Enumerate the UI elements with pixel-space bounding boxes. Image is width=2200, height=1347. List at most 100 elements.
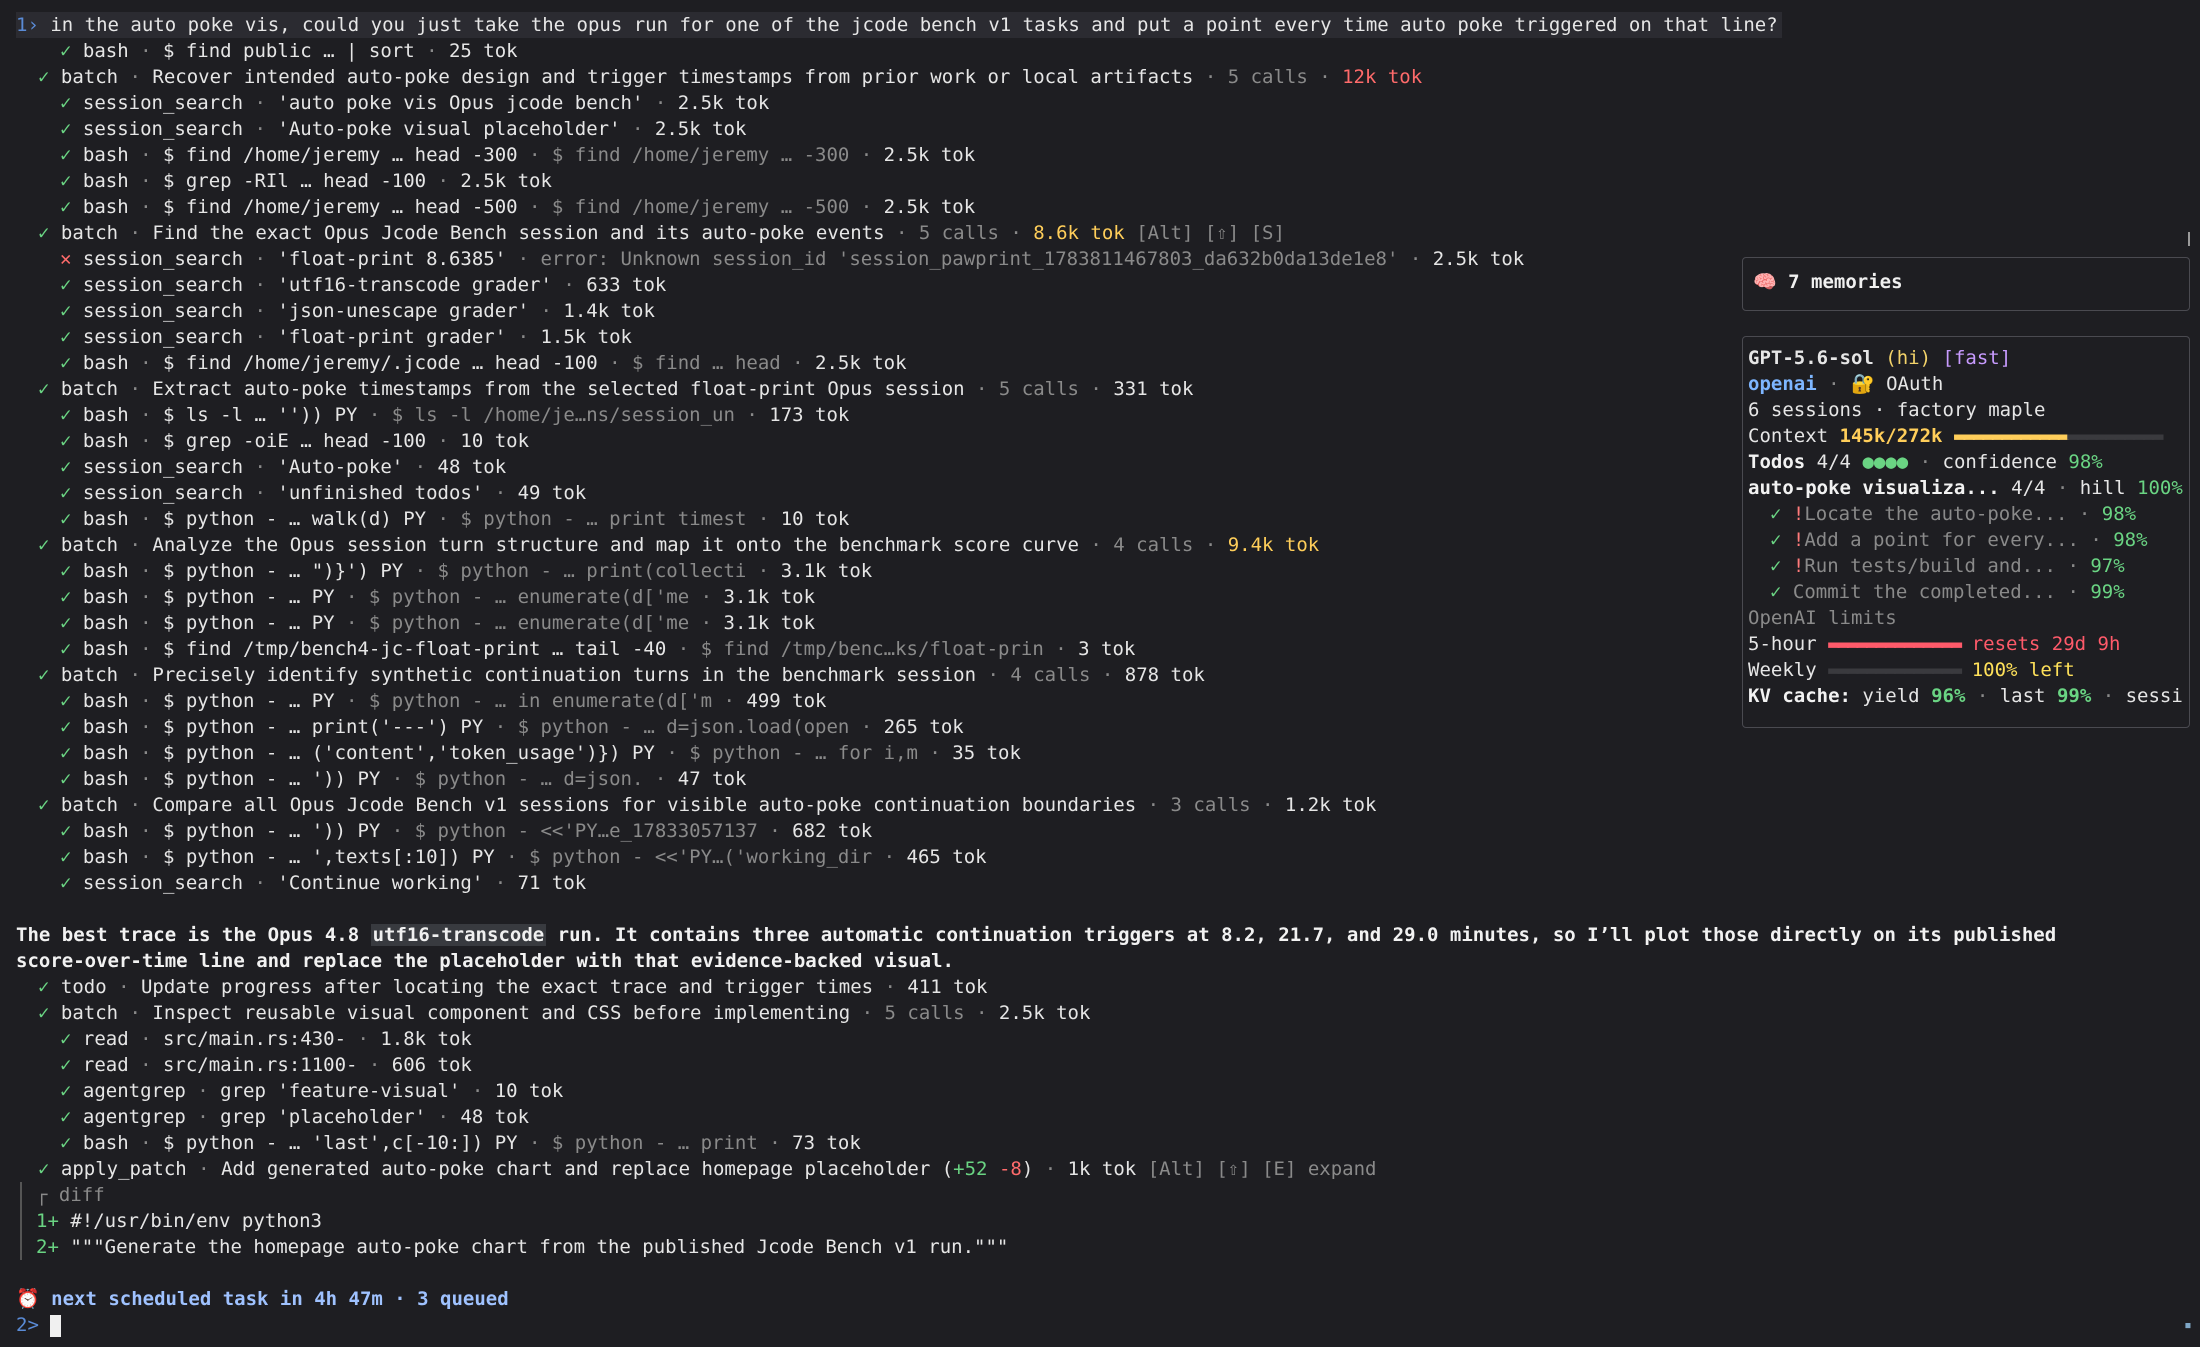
kv-last-label: last bbox=[1999, 685, 2046, 707]
log-text: · $ python - … d=json.load(open · bbox=[483, 716, 884, 738]
log-row[interactable]: ✓ bash · $ python - … ')) PY · $ python … bbox=[16, 818, 2176, 844]
log-text: 682 tok bbox=[792, 820, 873, 842]
log-row[interactable]: ✓ bash · $ python - … 'last',c[-10:]) PY… bbox=[16, 1130, 2176, 1156]
log-text: 1.5k tok bbox=[540, 326, 632, 348]
separator: · bbox=[128, 404, 163, 426]
separator: · bbox=[243, 300, 278, 322]
log-text: 173 tok bbox=[769, 404, 850, 426]
diff-line-number: 1+ bbox=[36, 1210, 59, 1232]
log-row[interactable]: ✓ bash · $ python - … ('content','token_… bbox=[16, 740, 2176, 766]
log-text: 2.5k tok bbox=[654, 118, 747, 140]
log-row[interactable]: ✓ session_search · 'auto poke vis Opus j… bbox=[16, 90, 2176, 116]
log-text: Extract auto-poke timestamps from the se… bbox=[152, 378, 965, 400]
todo-item[interactable]: ✓ !Run tests/build and... · 97% bbox=[1743, 553, 2189, 579]
tool-name: bash bbox=[82, 560, 129, 582]
separator: · bbox=[128, 170, 163, 192]
input-line[interactable]: 2> bbox=[16, 1312, 2176, 1338]
log-text: · 4 calls · bbox=[976, 664, 1125, 686]
todo-item[interactable]: ✓ !Locate the auto-poke... · 98% bbox=[1743, 501, 2189, 527]
check-icon: ✓ bbox=[60, 170, 83, 192]
check-icon: ✓ bbox=[60, 612, 83, 634]
log-row[interactable]: ✓ bash · $ find /home/jeremy … head -300… bbox=[16, 142, 2176, 168]
goal-count: 4/4 bbox=[2011, 477, 2046, 499]
log-row[interactable]: ✓ bash · $ python - … ')) PY · $ python … bbox=[16, 766, 2176, 792]
log-text: 12k tok bbox=[1342, 66, 1423, 88]
check-icon: ✓ bbox=[60, 560, 83, 582]
tool-name: bash bbox=[82, 638, 129, 660]
confidence-label: confidence bbox=[1942, 451, 2057, 473]
log-row[interactable]: ✓ session_search · 'Continue working' · … bbox=[16, 870, 2176, 896]
memories-panel[interactable]: 🧠 7 memories bbox=[1742, 257, 2190, 311]
log-row[interactable]: ✓ bash · $ find public … | sort · 25 tok bbox=[16, 38, 2176, 64]
tool-name: batch bbox=[60, 1002, 119, 1024]
log-text: 633 tok bbox=[586, 274, 667, 296]
prompt-text: in the auto poke vis, could you just tak… bbox=[50, 14, 1778, 36]
alarm-clock-icon: ⏰ bbox=[16, 1288, 40, 1310]
check-icon: ✓ bbox=[60, 742, 83, 764]
log-text: $ python - … ')) PY bbox=[162, 820, 381, 842]
log-text: 10 tok bbox=[494, 1080, 564, 1102]
check-icon: ✓ bbox=[60, 872, 83, 894]
separator: · bbox=[128, 1028, 163, 1050]
log-text: · bbox=[426, 1106, 461, 1128]
context-label: Context bbox=[1748, 425, 1829, 447]
log-text: 2.5k tok bbox=[883, 196, 976, 218]
log-text: · $ python - … print timest · bbox=[426, 508, 781, 530]
log-text: · bbox=[403, 456, 438, 478]
log-row[interactable]: ✓ batch · Compare all Opus Jcode Bench v… bbox=[16, 792, 2176, 818]
separator: · bbox=[243, 326, 278, 348]
log-row[interactable]: ✓ agentgrep · grep 'placeholder' · 48 to… bbox=[16, 1104, 2176, 1130]
kv-last: 99% bbox=[2056, 685, 2092, 707]
text-cursor[interactable] bbox=[50, 1314, 62, 1337]
lock-icon: 🔐 bbox=[1850, 373, 1875, 395]
check-icon: ✓ bbox=[38, 1158, 61, 1180]
check-icon: ✓ bbox=[60, 586, 83, 608]
check-icon: ✓ bbox=[60, 846, 83, 868]
log-row[interactable]: ✓ apply_patch · Add generated auto-poke … bbox=[16, 1156, 2176, 1182]
log-row[interactable]: ✓ agentgrep · grep 'feature-visual' · 10… bbox=[16, 1078, 2176, 1104]
todos-count: 4/4 bbox=[1816, 451, 1851, 473]
check-icon: ✓ bbox=[60, 768, 83, 790]
log-text: · $ find /home/jeremy … -500 · bbox=[517, 196, 884, 218]
log-text: · bbox=[873, 976, 908, 998]
check-icon: ✓ bbox=[60, 820, 83, 842]
scrollbar-thumb[interactable] bbox=[2188, 232, 2190, 246]
todo-label: Locate the auto-poke... bbox=[1804, 503, 2068, 525]
log-text: 48 tok bbox=[437, 456, 507, 478]
todo-item[interactable]: ✓ !Add a point for every... · 98% bbox=[1743, 527, 2189, 553]
separator: · bbox=[128, 768, 163, 790]
log-row[interactable]: ✓ bash · $ find /home/jeremy … head -500… bbox=[16, 194, 2176, 220]
log-row[interactable]: ✓ bash · $ python - … ',texts[:10]) PY ·… bbox=[16, 844, 2176, 870]
log-text: · $ ls -l /home/je…ns/session_un · bbox=[357, 404, 770, 426]
log-row[interactable]: ✓ read · src/main.rs:430- · 1.8k tok bbox=[16, 1026, 2176, 1052]
diff-block: ┌ diff 1+ #!/usr/bin/env python3 2+ """Ge… bbox=[20, 1182, 2176, 1260]
log-text: 'Auto-poke' bbox=[277, 456, 404, 478]
log-text: $ python - … ')) PY bbox=[162, 768, 381, 790]
log-text: 2.5k tok bbox=[677, 92, 770, 114]
log-text: · 4 calls · bbox=[1078, 534, 1228, 556]
tool-name: bash bbox=[82, 508, 129, 530]
check-icon: ✓ bbox=[60, 1132, 83, 1154]
log-text: 878 tok bbox=[1124, 664, 1205, 686]
separator: · bbox=[243, 118, 278, 140]
log-row[interactable]: ✓ session_search · 'Auto-poke visual pla… bbox=[16, 116, 2176, 142]
log-row[interactable]: ✓ read · src/main.rs:1100- · 606 tok bbox=[16, 1052, 2176, 1078]
check-icon: ✓ bbox=[38, 534, 61, 556]
log-row[interactable]: ✓ bash · $ grep -RIl … head -100 · 2.5k … bbox=[16, 168, 2176, 194]
todos-dots: ●●●● bbox=[1862, 451, 1909, 473]
context-row: Context 145k/272k ▬▬▬▬▬▬▬▬▬▬▬▬▬▬▬▬▬▬▬▬▬▬ bbox=[1743, 423, 2189, 449]
todo-item[interactable]: ✓ Commit the completed... · 99% bbox=[1743, 579, 2189, 605]
log-text: $ ls -l … '')) PY bbox=[162, 404, 358, 426]
log-text: · bbox=[620, 118, 655, 140]
log-row[interactable]: ✓ batch · Inspect reusable visual compon… bbox=[16, 1000, 2176, 1026]
separator: · bbox=[186, 1158, 222, 1180]
tool-name: session_search bbox=[82, 92, 244, 114]
log-row[interactable]: ✓ batch · Find the exact Opus Jcode Benc… bbox=[16, 220, 2176, 246]
check-icon: ✓ bbox=[60, 92, 83, 114]
log-row[interactable]: ✓ batch · Recover intended auto-poke des… bbox=[16, 64, 2176, 90]
provider-name: openai bbox=[1748, 373, 1817, 395]
log-text: · $ python - … print · bbox=[517, 1132, 793, 1154]
log-text: · bbox=[483, 872, 518, 894]
diff-line: 2+ """Generate the homepage auto-poke ch… bbox=[36, 1234, 2176, 1260]
log-row[interactable]: ✓ todo · Update progress after locating … bbox=[16, 974, 2176, 1000]
